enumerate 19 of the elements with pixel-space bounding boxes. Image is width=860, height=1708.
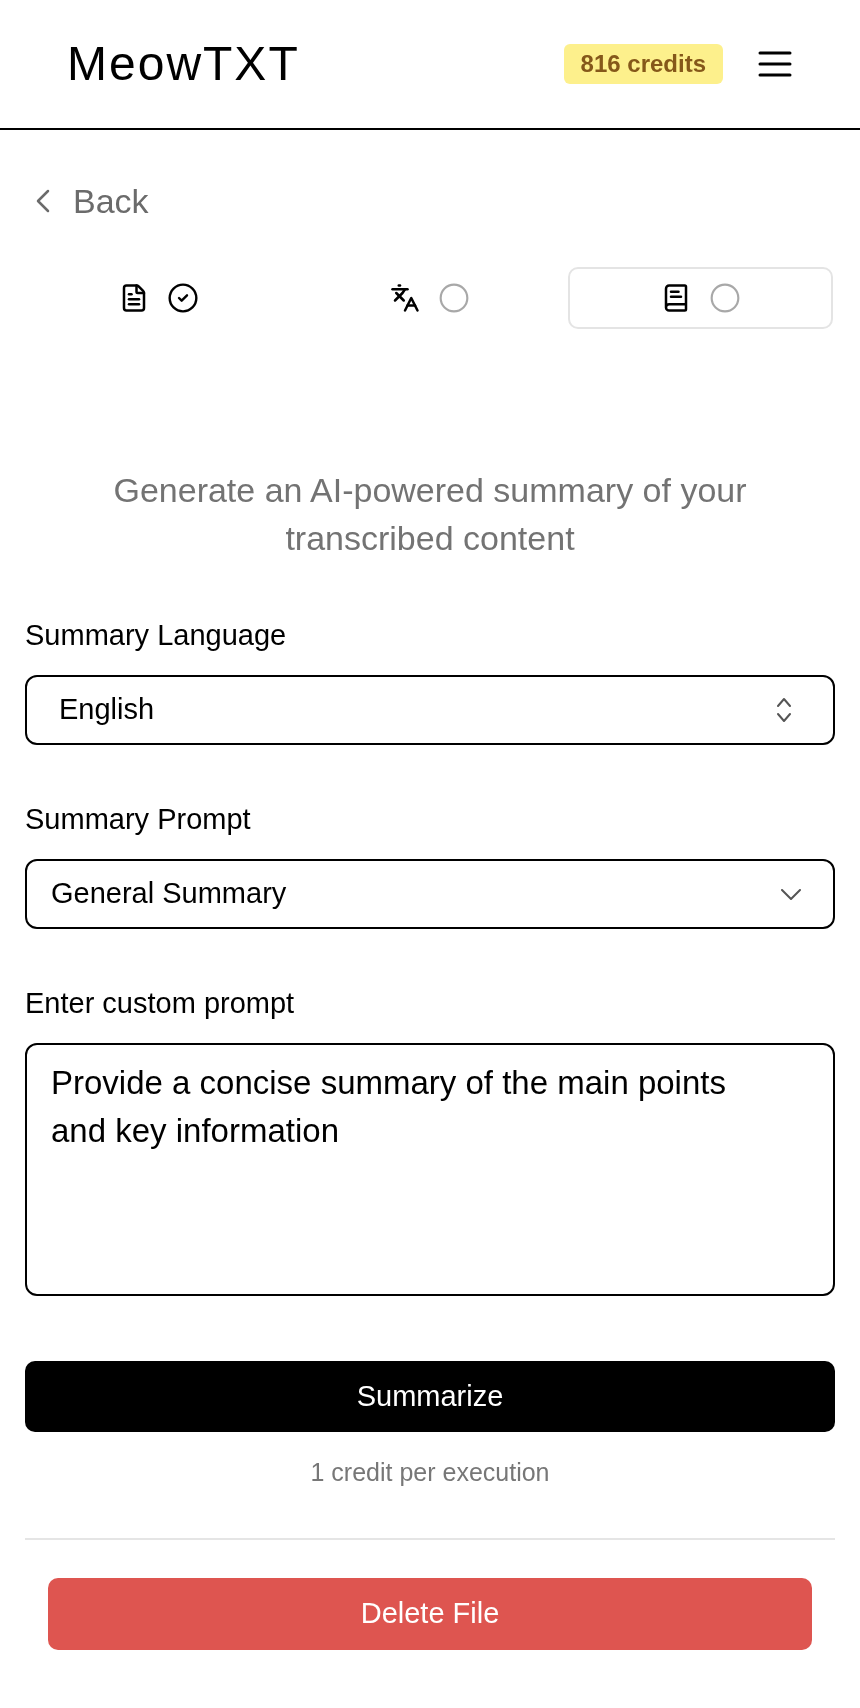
field-label: Summary Prompt xyxy=(25,802,252,837)
logo-text[interactable]: MeowTXT xyxy=(67,40,300,88)
up-down-chevron-icon xyxy=(777,697,791,723)
delete-file-button[interactable]: Delete File xyxy=(48,1578,812,1650)
back-link[interactable]: Back xyxy=(25,179,149,223)
translate-icon xyxy=(390,283,420,313)
field-label: Enter custom prompt xyxy=(25,986,296,1021)
summarize-button[interactable]: Summarize xyxy=(25,1361,835,1432)
prompt-input-field[interactable]: Provide a concise summary of the main points and key information xyxy=(25,1043,835,1296)
field-label: Summary Language xyxy=(25,618,288,653)
credits-badge: 816 credits xyxy=(563,44,723,84)
credit-cost-note: 1 credit per execution xyxy=(309,1457,551,1487)
menu-icon xyxy=(758,51,792,77)
chevron-left-icon xyxy=(36,189,50,213)
prompt-dropdown[interactable]: General Summary xyxy=(25,859,835,929)
chevron-down-icon xyxy=(781,888,801,900)
menu-button[interactable] xyxy=(758,51,792,77)
description-text: Generate an AI-powered summary of your transcribed content xyxy=(112,470,748,559)
language-select[interactable]: English xyxy=(25,675,835,745)
